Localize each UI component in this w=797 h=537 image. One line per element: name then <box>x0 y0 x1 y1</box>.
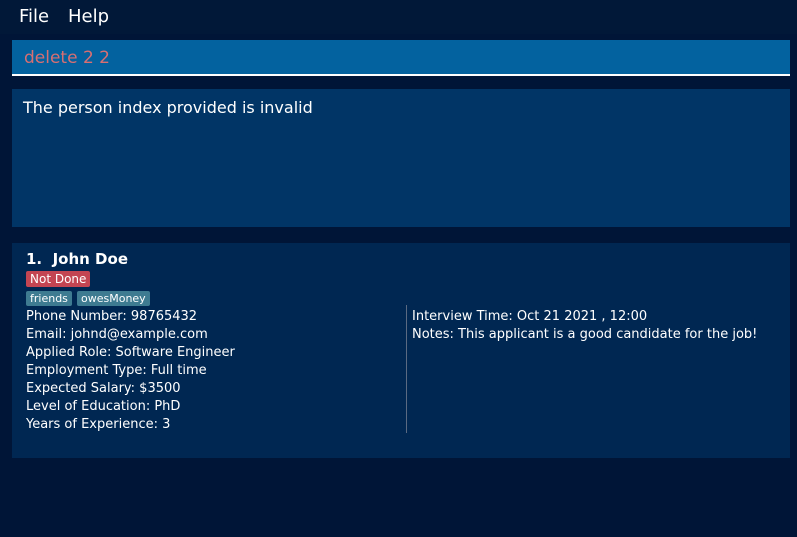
years-of-experience: Years of Experience: 3 <box>26 417 171 432</box>
menu-bar: File Help <box>0 0 797 34</box>
result-message: The person index provided is invalid <box>23 98 313 117</box>
person-index: 1. <box>26 250 43 268</box>
interview-time: Interview Time: Oct 21 2021 , 12:00 <box>412 309 648 324</box>
phone-number: Phone Number: 98765432 <box>26 309 198 324</box>
notes: Notes: This applicant is a good candidat… <box>412 327 758 342</box>
command-text: delete 2 2 <box>24 48 110 68</box>
menu-help[interactable]: Help <box>68 6 109 27</box>
person-name: John Doe <box>52 250 128 268</box>
email: Email: johnd@example.com <box>26 327 208 342</box>
result-display: The person index provided is invalid <box>12 89 790 227</box>
person-card-title[interactable]: 1. John Doe <box>26 250 128 268</box>
person-list-panel[interactable]: 1. John Doe Not Done friends owesMoney P… <box>12 243 790 458</box>
command-input[interactable]: delete 2 2 <box>12 40 790 76</box>
applied-role: Applied Role: Software Engineer <box>26 345 235 360</box>
tag-friends: friends <box>26 291 72 306</box>
tag-owesmoney: owesMoney <box>77 291 150 306</box>
status-badge: Not Done <box>26 271 91 287</box>
column-divider <box>406 305 407 433</box>
menu-file[interactable]: File <box>19 6 49 27</box>
expected-salary: Expected Salary: $3500 <box>26 381 181 396</box>
employment-type: Employment Type: Full time <box>26 363 207 378</box>
level-of-education: Level of Education: PhD <box>26 399 181 414</box>
